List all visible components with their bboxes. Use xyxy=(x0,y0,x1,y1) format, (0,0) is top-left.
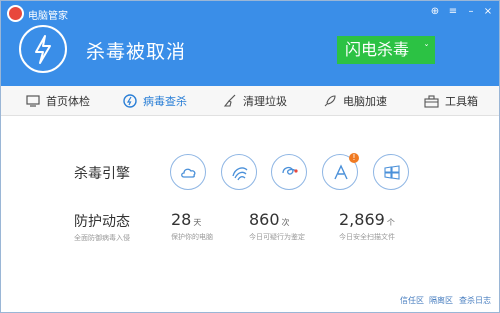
app-title: 电脑管家 xyxy=(28,11,68,22)
lightning-icon xyxy=(19,25,67,73)
shield-icon[interactable]: ⊕ xyxy=(429,6,441,18)
app-logo-icon xyxy=(7,5,24,22)
nav-item-clean[interactable]: 清理垃圾 xyxy=(223,86,287,116)
broom-icon xyxy=(223,94,236,107)
minimize-button[interactable]: – xyxy=(465,6,477,18)
windows-engine-icon[interactable] xyxy=(373,154,409,190)
nav-item-toolbox[interactable]: 工具箱 xyxy=(424,86,478,116)
title-bar: 电脑管家 ⊕ ≡ – × xyxy=(1,1,499,25)
stat-value: 2,869 xyxy=(339,210,385,229)
app-window: 电脑管家 ⊕ ≡ – × 杀毒被取消 闪电杀毒 ˇ 首页体检 病毒查杀 清理垃圾… xyxy=(0,0,500,313)
flash-scan-button[interactable]: 闪电杀毒 ˇ xyxy=(337,36,435,64)
stat-value: 28 xyxy=(171,210,192,229)
toolbox-icon xyxy=(424,94,439,108)
avira-engine-icon[interactable]: ! xyxy=(322,153,359,190)
stat-desc: 今日安全扫描文件 xyxy=(339,233,395,241)
chevron-down-icon[interactable]: ˇ xyxy=(424,36,429,64)
nav-item-label: 清理垃圾 xyxy=(243,95,287,108)
quarantine-link[interactable]: 隔离区 xyxy=(429,295,453,306)
nav-item-label: 电脑加速 xyxy=(343,95,387,108)
virus-scan-icon xyxy=(123,94,137,108)
flash-scan-label: 闪电杀毒 xyxy=(345,40,410,59)
behavior-engine-icon[interactable] xyxy=(271,154,307,190)
stat-unit: 个 xyxy=(386,218,395,227)
main-nav: 首页体检 病毒查杀 清理垃圾 电脑加速 工具箱 xyxy=(1,86,499,116)
scan-status-title: 杀毒被取消 xyxy=(86,41,187,63)
protection-status-label: 防护动态 xyxy=(74,214,130,230)
stat-desc: 今日可疑行为鉴定 xyxy=(249,233,305,241)
monitor-icon xyxy=(26,95,40,107)
rocket-icon xyxy=(324,95,336,107)
stat-scanned-files: 2,869 个 今日安全扫描文件 xyxy=(339,210,395,242)
warning-badge: ! xyxy=(349,153,359,163)
nav-item-checkup[interactable]: 首页体检 xyxy=(26,86,90,116)
cloud-engine-icon[interactable] xyxy=(170,154,206,190)
protection-sublabel: 全面防御病毒入侵 xyxy=(74,234,130,242)
system-repair-engine-icon[interactable] xyxy=(221,154,257,190)
scan-log-link[interactable]: 查杀日志 xyxy=(459,295,491,306)
header-banner: 电脑管家 ⊕ ≡ – × 杀毒被取消 闪电杀毒 ˇ xyxy=(1,1,499,86)
nav-item-label: 病毒查杀 xyxy=(143,95,187,108)
nav-item-virus-scan[interactable]: 病毒查杀 xyxy=(123,86,187,116)
stat-desc: 保护你的电脑 xyxy=(171,233,213,241)
nav-item-speedup[interactable]: 电脑加速 xyxy=(323,86,387,116)
menu-icon[interactable]: ≡ xyxy=(447,6,459,18)
nav-item-label: 首页体检 xyxy=(46,95,90,108)
stat-unit: 天 xyxy=(193,218,202,227)
trust-zone-link[interactable]: 信任区 xyxy=(400,295,424,306)
stat-behavior-checks: 860 次 今日可疑行为鉴定 xyxy=(249,210,305,242)
stat-unit: 次 xyxy=(281,218,290,227)
stat-value: 860 xyxy=(249,210,280,229)
close-button[interactable]: × xyxy=(482,6,494,18)
stat-protect-days: 28 天 保护你的电脑 xyxy=(171,210,213,242)
nav-item-label: 工具箱 xyxy=(445,95,478,108)
antivirus-engine-label: 杀毒引擎 xyxy=(74,166,130,182)
